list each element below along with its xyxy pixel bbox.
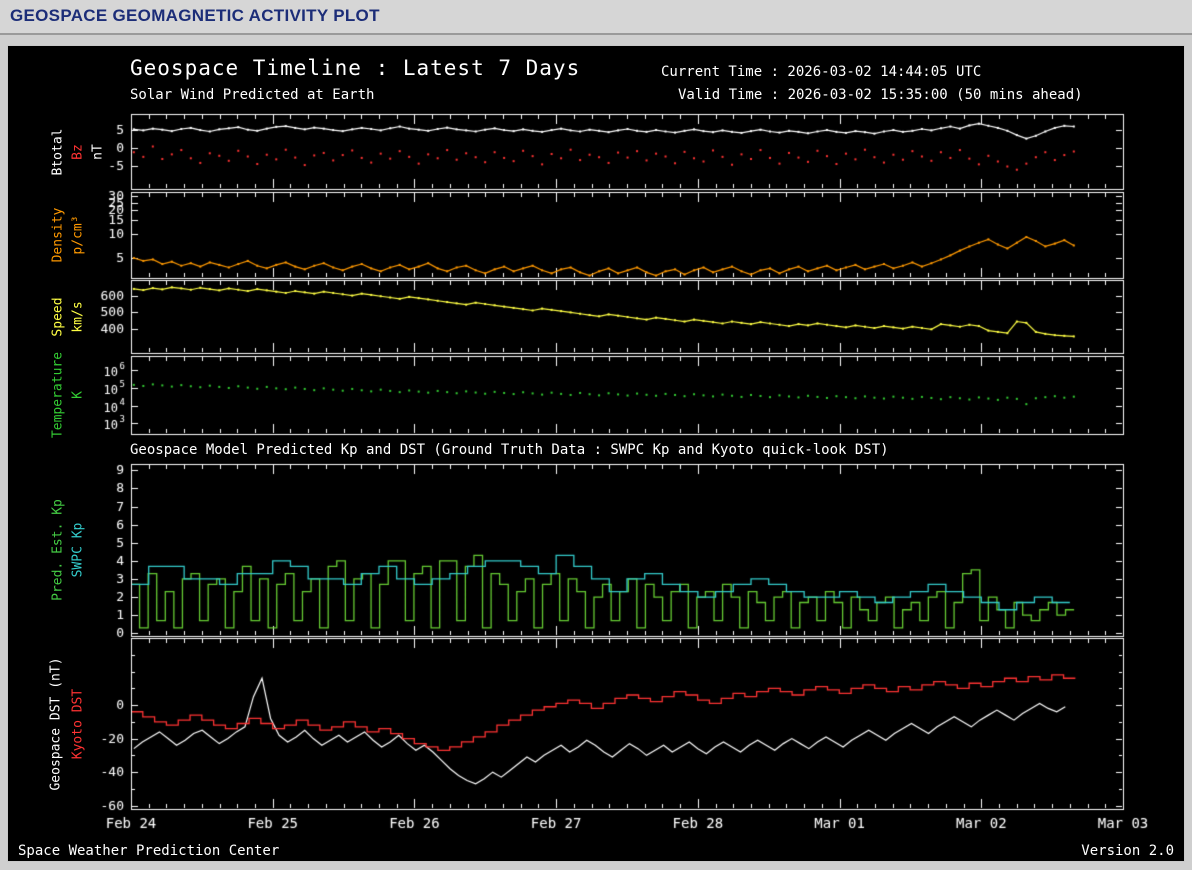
valid-time-label: Valid Time : 2026-03-02 15:35:00 (50 min… — [678, 87, 1083, 103]
page-title: GEOSPACE GEOMAGNETIC ACTIVITY PLOT — [10, 6, 380, 26]
footer-version: Version 2.0 — [1081, 843, 1174, 859]
plot-container: BtotalBznTDensityp/cm³Speedkm/sTemperatu… — [7, 45, 1185, 862]
plot-title: Geospace Timeline : Latest 7 Days — [130, 56, 580, 80]
current-time-label: Current Time : 2026-03-02 14:44:05 UTC — [661, 64, 981, 80]
footer-credit: Space Weather Prediction Center — [18, 843, 279, 859]
solar-wind-subtitle: Solar Wind Predicted at Earth — [130, 87, 374, 103]
page: { "header": { "title": "GEOSPACE GEOMAGN… — [0, 0, 1192, 870]
section2-title: Geospace Model Predicted Kp and DST (Gro… — [130, 442, 889, 458]
page-header: GEOSPACE GEOMAGNETIC ACTIVITY PLOT — [0, 0, 1192, 35]
